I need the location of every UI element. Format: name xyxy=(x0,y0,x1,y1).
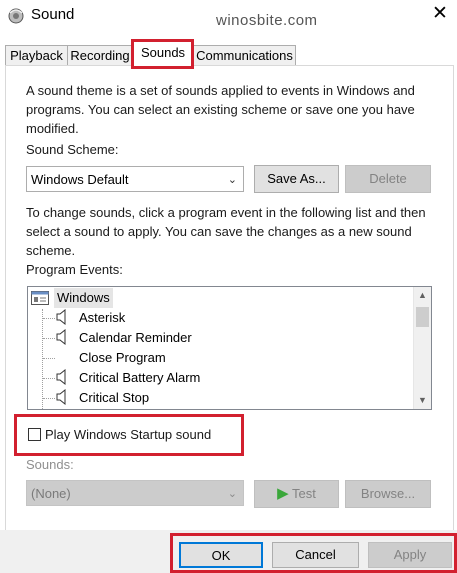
sound-scheme-value: Windows Default xyxy=(31,172,129,187)
close-icon[interactable]: ✕ xyxy=(430,4,450,24)
instructions-text: To change sounds, click a program event … xyxy=(26,205,426,258)
list-group-label: Windows xyxy=(54,288,113,308)
list-item[interactable]: Close Program xyxy=(79,348,166,368)
cancel-button[interactable]: Cancel xyxy=(272,542,359,568)
tab-playback[interactable]: Playback xyxy=(5,45,68,66)
sounds-value: (None) xyxy=(31,486,71,501)
tree-branch xyxy=(43,338,55,339)
apply-button[interactable]: Apply xyxy=(368,542,452,568)
program-events-list[interactable]: Windows Asterisk Calendar Reminder Close… xyxy=(27,286,432,410)
play-icon: ▶ xyxy=(277,485,289,502)
tree-branch xyxy=(43,358,55,359)
tree-branch xyxy=(43,318,55,319)
tab-recording[interactable]: Recording xyxy=(67,45,133,66)
save-as-button[interactable]: Save As... xyxy=(254,165,339,193)
sound-scheme-label: Sound Scheme: xyxy=(26,142,119,157)
scheme-description: A sound theme is a set of sounds applied… xyxy=(26,83,415,136)
speaker-app-icon xyxy=(8,8,24,24)
delete-button[interactable]: Delete xyxy=(345,165,431,193)
browse-button[interactable]: Browse... xyxy=(345,480,431,508)
list-item[interactable]: Critical Stop xyxy=(79,388,149,408)
test-button[interactable]: ▶ Test xyxy=(254,480,339,508)
scroll-down-icon[interactable]: ▼ xyxy=(414,392,431,409)
chevron-down-icon: ⌄ xyxy=(227,174,237,186)
tree-line xyxy=(42,309,43,409)
ok-button[interactable]: OK xyxy=(179,542,263,568)
sounds-select[interactable]: (None) ⌄ xyxy=(26,480,244,506)
sounds-label: Sounds: xyxy=(26,457,74,472)
speaker-icon xyxy=(56,369,66,385)
test-label: Test xyxy=(292,486,316,501)
watermark-text: winosbite.com xyxy=(216,12,318,29)
speaker-icon xyxy=(56,329,66,345)
startup-sound-label[interactable]: Play Windows Startup sound xyxy=(45,425,211,444)
vertical-scrollbar[interactable]: ▲ ▼ xyxy=(413,287,431,409)
chevron-down-icon: ⌄ xyxy=(227,488,237,500)
list-item[interactable]: Critical Battery Alarm xyxy=(79,368,200,388)
scroll-thumb[interactable] xyxy=(416,307,429,327)
tree-branch xyxy=(43,398,55,399)
tab-communications[interactable]: Communications xyxy=(193,45,296,66)
sound-scheme-select[interactable]: Windows Default ⌄ xyxy=(26,166,244,192)
tab-sounds[interactable]: Sounds xyxy=(133,41,193,67)
speaker-icon xyxy=(56,389,66,405)
list-item[interactable]: Calendar Reminder xyxy=(79,328,192,348)
program-events-label: Program Events: xyxy=(26,262,123,277)
speaker-icon xyxy=(56,309,66,325)
scroll-up-icon[interactable]: ▲ xyxy=(414,287,431,304)
window-title: Sound xyxy=(31,6,75,23)
tree-branch xyxy=(43,378,55,379)
list-item[interactable]: Asterisk xyxy=(79,308,125,328)
startup-sound-checkbox[interactable] xyxy=(28,428,41,441)
windows-folder-icon xyxy=(31,291,49,305)
